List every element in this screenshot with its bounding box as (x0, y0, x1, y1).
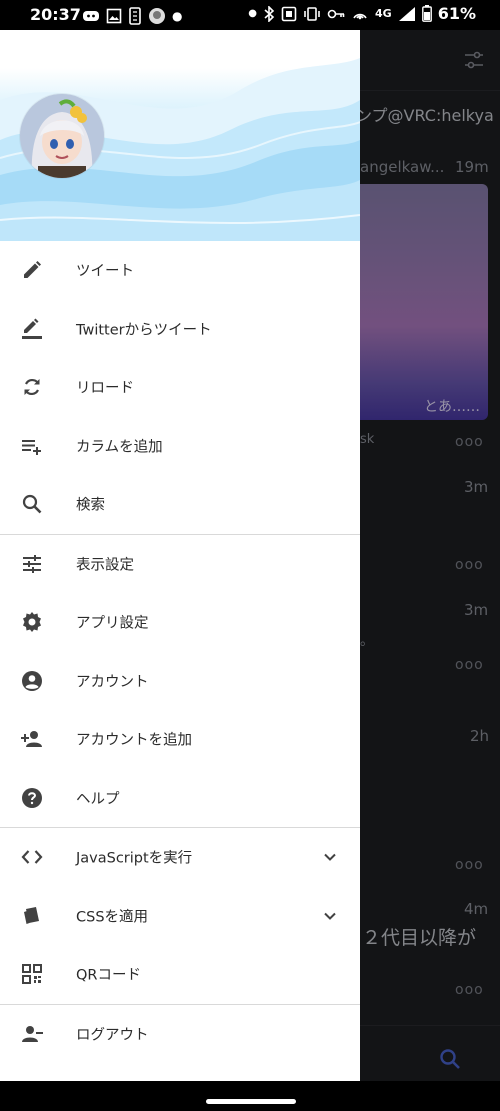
menu-item-label: 表示設定 (76, 557, 134, 574)
battery-icon (421, 5, 432, 22)
qr-code-icon (22, 964, 42, 985)
menu-item-logout[interactable]: ログアウト (0, 1005, 360, 1064)
key-icon (327, 9, 345, 18)
notification-icons: ● (82, 7, 182, 25)
dot-icon: ● (248, 8, 258, 19)
menu-item-label: ツイート (76, 263, 134, 280)
status-time: 20:37 (30, 5, 81, 24)
menu-item-help[interactable]: ヘルプ (0, 769, 360, 828)
discord-icon (83, 11, 99, 21)
menu-item-reload[interactable]: リロード (0, 358, 360, 417)
bluetooth-icon (264, 5, 275, 22)
vibrate-icon (304, 6, 320, 21)
network-type: 4G (375, 7, 392, 20)
menu-item-label: アカウント (76, 674, 149, 691)
menu-item-tweet[interactable]: ツイート (0, 241, 360, 300)
gear-icon (23, 612, 41, 633)
hotspot-icon (353, 13, 367, 19)
menu-item-account[interactable]: アカウント (0, 652, 360, 711)
menu-item-tweet-from-twitter[interactable]: Twitterからツイート (0, 300, 360, 359)
navigation-drawer: ツイート Twitterからツイート リロード カラムを追加 検索 表示設定 ア… (0, 30, 360, 1091)
menu-item-label: JavaScriptを実行 (76, 850, 193, 867)
help-icon (22, 787, 42, 808)
playlist-add-icon (22, 439, 41, 455)
system-nav-bar (0, 1081, 500, 1111)
paint-bucket-icon (24, 906, 39, 924)
nfc-icon (281, 6, 297, 21)
avatar[interactable] (20, 94, 104, 178)
tune-icon (23, 554, 41, 573)
battery-percent: 61% (437, 4, 476, 23)
home-gesture-bar[interactable] (206, 1099, 296, 1104)
menu-item-label: QRコード (76, 967, 141, 984)
person-remove-icon (22, 1025, 43, 1042)
menu-item-label: カラムを追加 (76, 439, 163, 456)
menu-item-app-settings[interactable]: アプリ設定 (0, 593, 360, 652)
avatar-illustration (20, 94, 104, 178)
person-add-icon (21, 731, 42, 748)
reload-icon (24, 379, 40, 396)
app-avatar-icon (149, 8, 165, 24)
pencil-icon (24, 261, 41, 279)
menu-item-qr-code[interactable]: QRコード (0, 945, 360, 1004)
chevron-down-icon[interactable] (322, 849, 338, 865)
menu-item-run-javascript[interactable]: JavaScriptを実行 (0, 828, 360, 887)
dot-icon: ● (172, 9, 183, 23)
menu-item-label: アカウントを追加 (76, 732, 192, 749)
signal-icon (398, 6, 415, 21)
menu-item-add-column[interactable]: カラムを追加 (0, 417, 360, 476)
phone-icon (129, 7, 141, 25)
menu-item-label: リロード (76, 380, 134, 397)
menu-item-add-account[interactable]: アカウントを追加 (0, 710, 360, 769)
menu-item-display-settings[interactable]: 表示設定 (0, 535, 360, 594)
pencil-underline-icon (22, 318, 42, 339)
code-icon (21, 850, 43, 864)
status-bar: 20:37 ● ● 4G 61% (0, 0, 500, 30)
menu-item-label: ログアウト (76, 1027, 149, 1044)
menu-item-label: Twitterからツイート (76, 322, 212, 339)
menu-item-label: アプリ設定 (76, 615, 149, 632)
chevron-down-icon[interactable] (322, 908, 338, 924)
menu-item-label: ヘルプ (76, 791, 120, 808)
system-icons: ● 4G 61% (248, 4, 476, 23)
menu-item-label: CSSを適用 (76, 909, 149, 926)
drawer-menu: ツイート Twitterからツイート リロード カラムを追加 検索 表示設定 ア… (0, 241, 360, 1091)
drawer-header (0, 30, 360, 241)
account-circle-icon (22, 670, 42, 691)
menu-item-label: 検索 (76, 497, 105, 514)
image-icon (106, 8, 122, 24)
menu-item-apply-css[interactable]: CSSを適用 (0, 887, 360, 946)
search-icon (22, 495, 42, 514)
menu-item-search[interactable]: 検索 (0, 475, 360, 534)
